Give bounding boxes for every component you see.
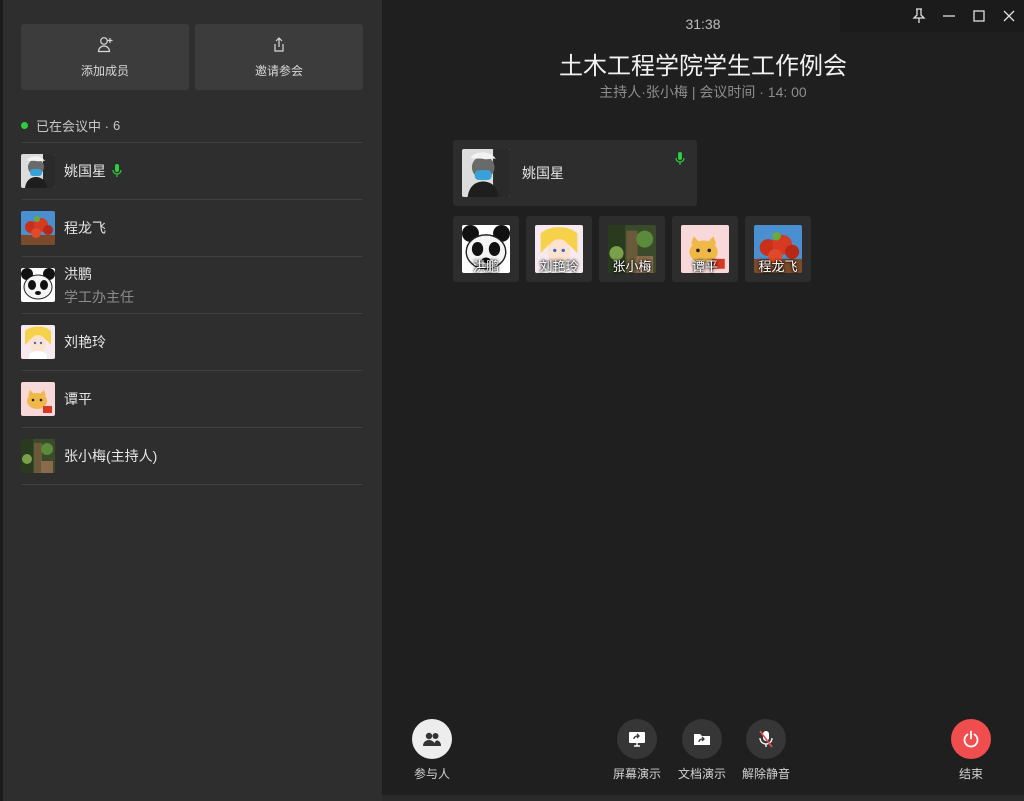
member-name: 谭平 — [64, 391, 92, 407]
member-name: 张小梅(主持人) — [64, 448, 158, 464]
meeting-title: 土木工程学院学生工作例会 — [559, 53, 847, 80]
flower-basket-avatar — [21, 211, 55, 245]
cartoon-cat-avatar — [21, 382, 55, 416]
doc-share-label: 文档演示 — [677, 767, 726, 781]
tile-name: 刘艳玲 — [539, 259, 579, 274]
member-name: 姚国星 — [64, 163, 106, 179]
screen-share-icon — [629, 732, 645, 747]
anime-girl-avatar — [21, 325, 55, 359]
member-item[interactable]: 程龙飞 — [21, 199, 363, 256]
panda-avatar — [21, 268, 55, 302]
member-name: 程龙飞 — [64, 220, 106, 236]
member-name: 洪鹏 — [64, 265, 92, 282]
add-member-button[interactable]: 添加成员 — [21, 24, 189, 90]
meeting-window: 添加成员 邀请参会 已在会议中 · 6 姚国星 程龙飞 洪鹏 学工办主任 刘艳玲… — [0, 0, 1024, 801]
tile-name: 张小梅 — [612, 259, 652, 274]
screen-share-label: 屏幕演示 — [612, 767, 661, 781]
online-dot-icon — [21, 121, 28, 129]
add-member-label: 添加成员 — [80, 63, 129, 78]
masked-person-avatar — [462, 149, 510, 197]
active-speaker-name: 姚国星 — [522, 165, 564, 181]
member-item[interactable]: 姚国星 — [21, 142, 363, 199]
meeting-timer: 31:38 — [685, 16, 721, 32]
microphone-muted-icon — [759, 730, 773, 748]
member-item[interactable]: 张小梅(主持人) — [21, 427, 363, 485]
tile-name: 程龙飞 — [758, 259, 798, 274]
participants-button[interactable]: 参与人 — [396, 719, 468, 782]
garden-avatar — [21, 439, 55, 473]
status-text: 已在会议中 · — [36, 118, 109, 134]
participant-tile[interactable]: 程龙飞 — [745, 216, 811, 282]
power-icon — [963, 730, 979, 748]
member-item[interactable]: 洪鹏 学工办主任 — [21, 256, 363, 313]
meeting-subtitle: 主持人·张小梅 | 会议时间 · 14: 00 — [599, 84, 807, 100]
member-name: 刘艳玲 — [64, 334, 106, 350]
screen-share-button[interactable]: 屏幕演示 — [601, 719, 673, 782]
people-icon — [423, 732, 441, 746]
end-label: 结束 — [958, 767, 983, 781]
masked-person-avatar — [21, 154, 55, 188]
meeting-main — [382, 0, 1024, 801]
microphone-speaking-icon — [675, 152, 685, 165]
participants-label: 参与人 — [413, 767, 450, 781]
doc-share-button[interactable]: 文档演示 — [666, 719, 738, 782]
bottom-strip — [382, 795, 1024, 801]
tile-name: 洪鹏 — [472, 259, 499, 274]
participants-sidebar: 添加成员 邀请参会 已在会议中 · 6 姚国星 程龙飞 洪鹏 学工办主任 刘艳玲… — [0, 0, 382, 801]
member-item[interactable]: 刘艳玲 — [21, 313, 363, 370]
invite-label: 邀请参会 — [254, 63, 303, 78]
participant-count: 6 — [112, 117, 121, 133]
invite-button[interactable]: 邀请参会 — [195, 24, 363, 90]
in-meeting-status: 已在会议中 · 6 — [21, 115, 363, 135]
participant-tile[interactable]: 张小梅 — [599, 216, 665, 282]
participant-tiles: 洪鹏 刘艳玲 张小梅 谭平 程龙飞 — [453, 216, 818, 282]
member-item[interactable]: 谭平 — [21, 370, 363, 427]
active-speaker-card[interactable]: 姚国星 — [453, 140, 697, 206]
microphone-speaking-icon — [112, 164, 122, 177]
participant-tile[interactable]: 谭平 — [672, 216, 738, 282]
unmute-label: 解除静音 — [741, 767, 790, 781]
share-icon — [274, 36, 284, 52]
unmute-button[interactable]: 解除静音 — [730, 719, 802, 782]
participant-tile[interactable]: 刘艳玲 — [526, 216, 592, 282]
tile-name: 谭平 — [691, 259, 718, 274]
participant-tile[interactable]: 洪鹏 — [453, 216, 519, 282]
member-role: 学工办主任 — [64, 288, 134, 305]
add-user-icon — [97, 36, 113, 52]
end-meeting-button[interactable]: 结束 — [935, 719, 1007, 782]
member-list: 姚国星 程龙飞 洪鹏 学工办主任 刘艳玲 谭平 张小梅(主持人) — [21, 142, 363, 485]
folder-share-icon — [694, 734, 710, 745]
sidebar-edge — [0, 0, 3, 801]
